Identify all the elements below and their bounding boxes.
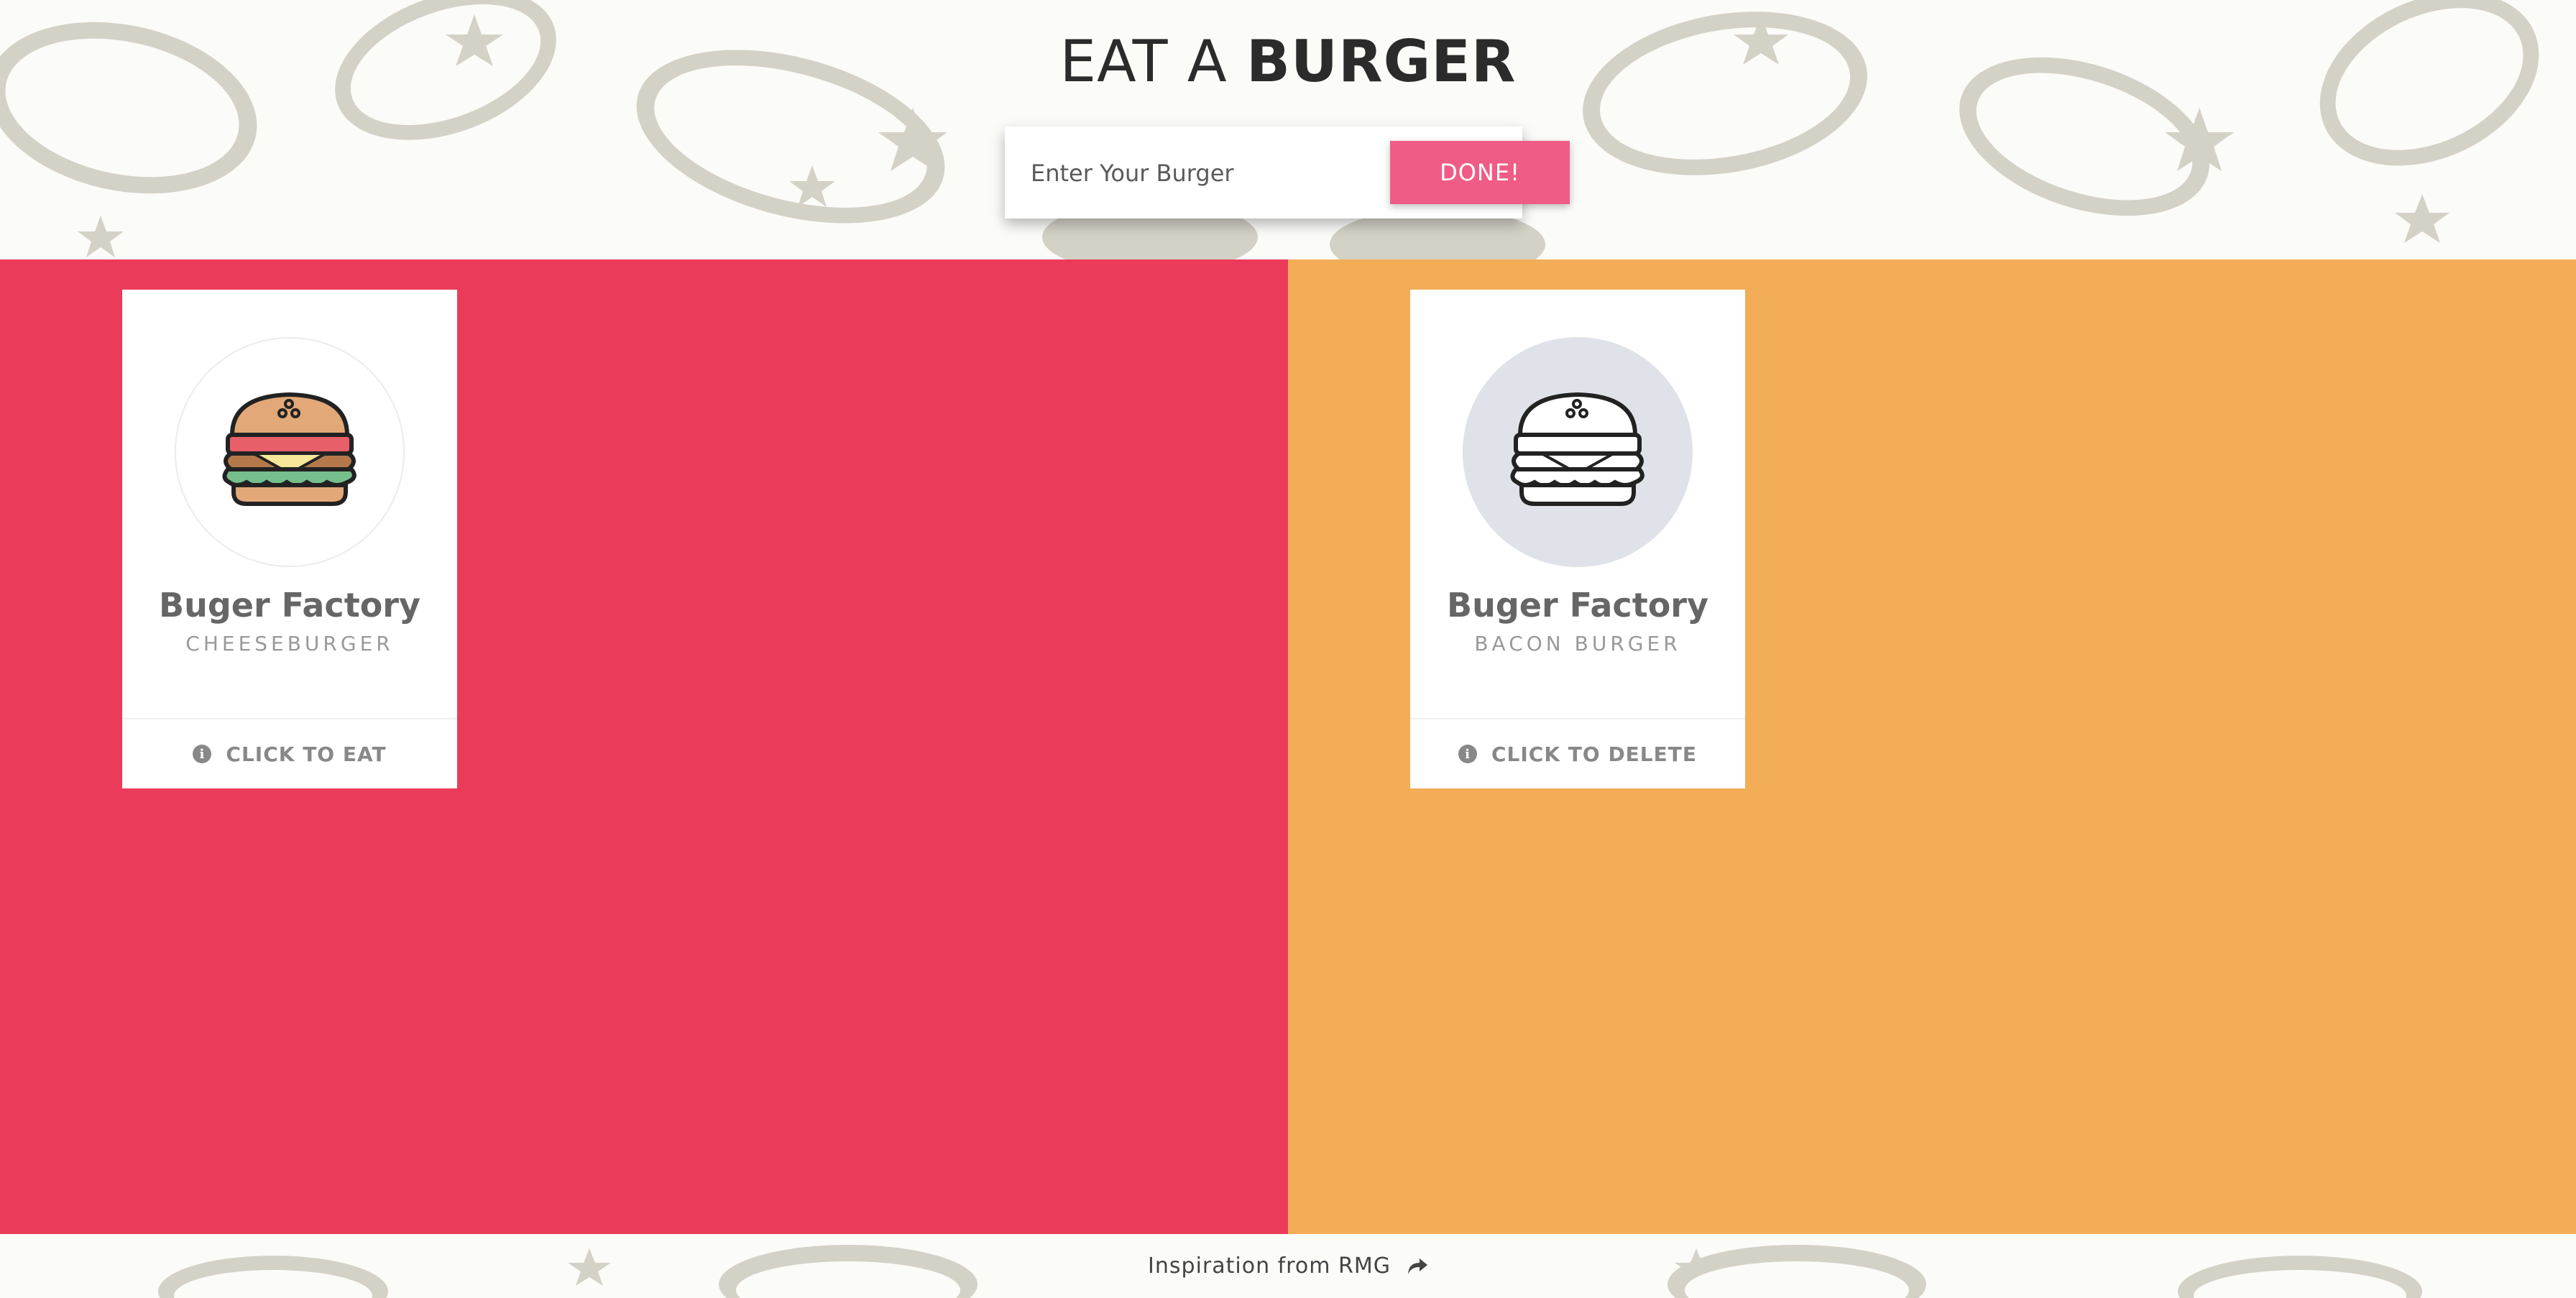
card-title: Buger Factory <box>1447 586 1708 625</box>
cheeseburger-icon <box>222 392 356 506</box>
card-subtitle: CHEESEBURGER <box>185 632 394 655</box>
click-to-delete-button[interactable]: i CLICK TO DELETE <box>1410 719 1745 788</box>
burger-form: DONE! <box>1005 126 1570 218</box>
page-title: EAT A BURGER <box>0 26 2576 98</box>
info-icon: i <box>193 745 212 763</box>
uneaten-burgers-panel: Buger Factory CHEESEBURGER i CLICK TO EA… <box>0 259 1288 1234</box>
burger-card: Buger Factory BACON BURGER i CLICK TO DE… <box>1410 290 1745 788</box>
burger-name-input[interactable] <box>1029 148 1377 198</box>
share-arrow-icon <box>1407 1258 1427 1274</box>
page-header: EAT A BURGER DONE! <box>0 0 2576 259</box>
click-to-eat-button[interactable]: i CLICK TO EAT <box>122 719 457 788</box>
burger-avatar <box>1463 337 1693 567</box>
card-title: Buger Factory <box>159 586 420 625</box>
card-action-label: CLICK TO DELETE <box>1491 742 1698 766</box>
burger-avatar <box>175 337 405 567</box>
page-footer: Inspiration from RMG <box>0 1234 2576 1298</box>
eaten-burgers-panel: Buger Factory BACON BURGER i CLICK TO DE… <box>1288 259 2576 1234</box>
burger-card: Buger Factory CHEESEBURGER i CLICK TO EA… <box>122 290 457 788</box>
burger-outline-icon <box>1510 392 1644 506</box>
page-title-bold: BURGER <box>1246 28 1517 95</box>
page-title-regular: EAT A <box>1059 28 1228 95</box>
inspiration-link[interactable]: Inspiration from RMG <box>0 1234 2576 1298</box>
info-icon: i <box>1458 745 1477 763</box>
done-button[interactable]: DONE! <box>1390 141 1570 204</box>
card-action-label: CLICK TO EAT <box>226 742 387 766</box>
card-subtitle: BACON BURGER <box>1474 632 1681 655</box>
inspiration-link-text: Inspiration from RMG <box>1148 1253 1391 1279</box>
